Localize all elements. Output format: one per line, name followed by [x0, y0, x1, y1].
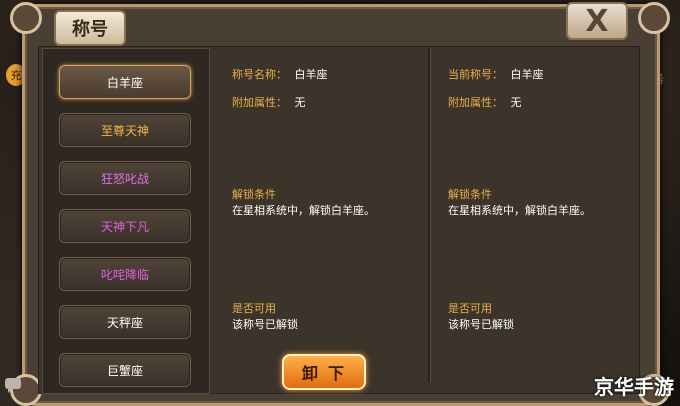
close-icon: X [585, 3, 609, 39]
current-avail-text: 该称号已解锁 [448, 318, 514, 331]
current-attr-key: 附加属性： [448, 96, 503, 109]
current-unlock-text: 在星相系统中，解锁白羊座。 [448, 204, 591, 217]
current-attr-value: 无 [510, 96, 522, 109]
current-unlock-title: 解锁条件 [448, 188, 492, 201]
selected-unlock-text: 在星相系统中，解锁白羊座。 [232, 204, 375, 217]
watermark: 京华手游 [594, 375, 674, 399]
selected-name-value: 白羊座 [294, 68, 328, 81]
column-divider [428, 48, 430, 382]
selected-unlock-title: 解锁条件 [232, 188, 276, 201]
title-list-item-label: 至尊天神 [100, 123, 149, 138]
selected-name-row: 称号名称： 白羊座 [232, 66, 328, 82]
selected-attr-value: 无 [294, 96, 306, 109]
panel-corner-ornament [638, 2, 670, 34]
title-list-item[interactable]: 白羊座 [59, 65, 191, 99]
close-button[interactable]: X [566, 2, 628, 40]
current-name-value: 白羊座 [510, 68, 544, 81]
title-list-item-label: 巨蟹座 [106, 363, 143, 378]
title-list-item[interactable]: 天秤座 [59, 305, 191, 339]
title-list-item-label: 叱咤降临 [100, 267, 149, 282]
panel-corner-ornament [10, 2, 42, 34]
selected-attr-key: 附加属性： [232, 96, 287, 109]
panel-title: 称号 [54, 10, 126, 46]
title-list-item-label: 狂怒叱战 [100, 171, 149, 186]
current-attr-row: 附加属性： 无 [448, 94, 522, 110]
selected-avail-text: 该称号已解锁 [232, 318, 298, 331]
title-list-item[interactable]: 叱咤降临 [59, 257, 191, 291]
title-list-item[interactable]: 至尊天神 [59, 113, 191, 147]
selected-attr-row: 附加属性： 无 [232, 94, 306, 110]
current-name-row: 当前称号： 白羊座 [448, 66, 544, 82]
unload-button[interactable]: 卸下 [282, 354, 366, 390]
title-list-item-label: 白羊座 [106, 75, 143, 90]
current-avail-title: 是否可用 [448, 302, 492, 315]
title-list-item-label: 天神下凡 [100, 219, 149, 234]
chat-icon[interactable] [4, 376, 24, 394]
current-name-key: 当前称号： [448, 68, 503, 81]
title-list-item[interactable]: 巨蟹座 [59, 353, 191, 387]
title-list: 白羊座 至尊天神 狂怒叱战 天神下凡 叱咤降临 天秤座 巨蟹座 [42, 48, 210, 394]
selected-avail-title: 是否可用 [232, 302, 276, 315]
title-list-item[interactable]: 天神下凡 [59, 209, 191, 243]
title-list-item-label: 天秤座 [106, 315, 143, 330]
title-list-item[interactable]: 狂怒叱战 [59, 161, 191, 195]
selected-name-key: 称号名称： [232, 68, 287, 81]
